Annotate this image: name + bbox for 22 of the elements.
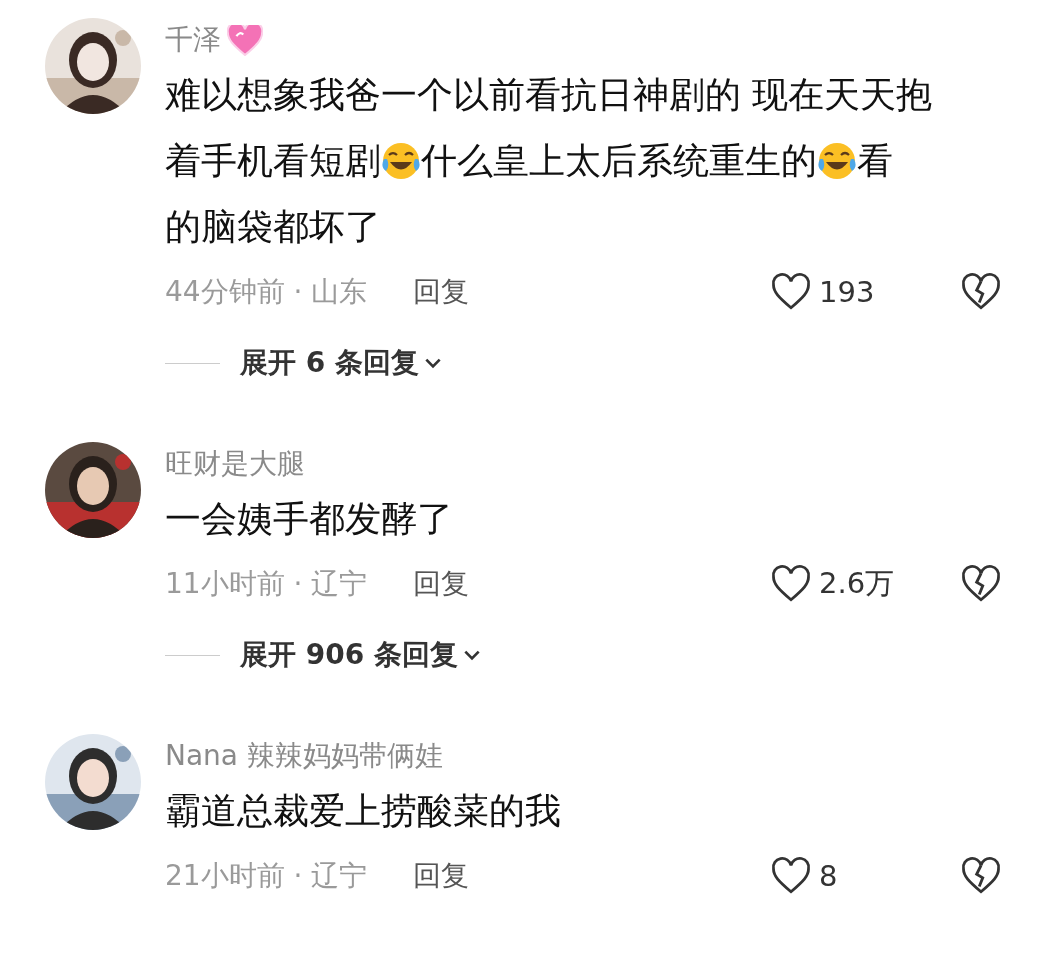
laughing-emoji-icon [381,141,421,181]
like-count: 2.6万 [819,565,895,602]
reply-link[interactable]: 回复 [413,857,470,895]
comment-text: 看 [857,139,893,183]
like-count: 193 [819,275,875,309]
laughing-emoji-icon [817,141,857,181]
expand-replies-link[interactable]: 展开 906 条回复 [240,636,480,674]
comment-text: 一会姨手都发酵了 [165,497,453,541]
chevron-down-icon [425,356,441,370]
comment-text: 什么皇上太后系统重生的 [421,139,817,183]
comment-time: 11小时前 · 辽宁 [165,566,368,602]
expand-replies-link[interactable]: 展开 6 条回复 [240,344,441,382]
like-count: 8 [819,859,838,893]
comment-text: 难以想象我爸一个以前看抗日神剧的 现在天天抱 [165,73,933,117]
comment-time: 21小时前 · 辽宁 [165,858,368,894]
reply-link[interactable]: 回复 [413,565,470,603]
comment-text: 的脑袋都坏了 [165,205,381,249]
chevron-down-icon [463,648,480,662]
reply-link[interactable]: 回复 [413,273,470,311]
comment-text: 霸道总裁爱上捞酸菜的我 [165,789,561,833]
comment-time: 44分钟前 · 山东 [165,274,368,310]
comment-text: 着手机看短剧 [165,139,381,183]
